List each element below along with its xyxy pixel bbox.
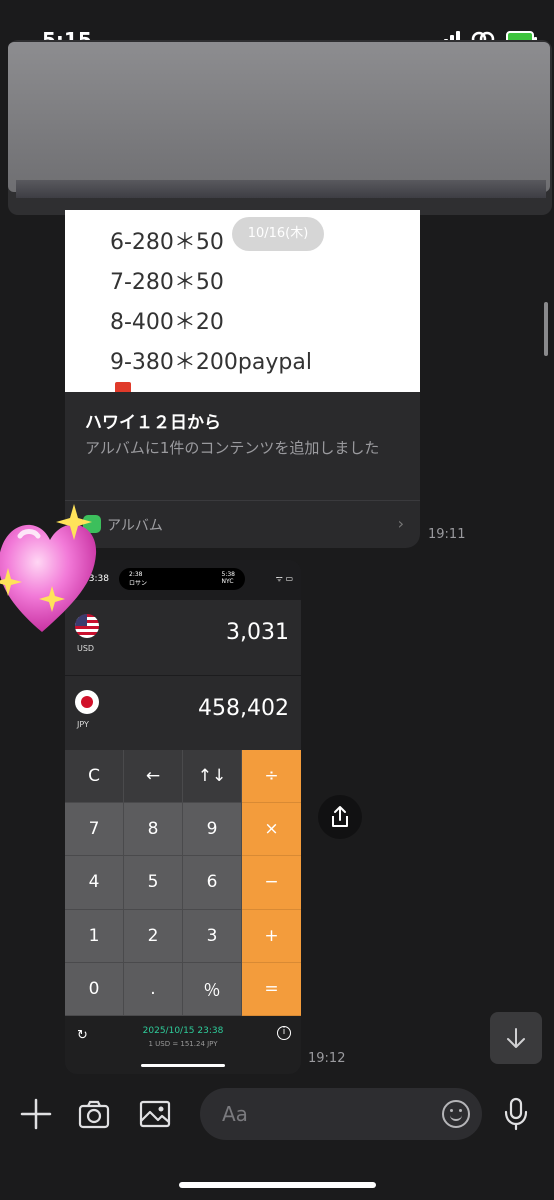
currency-code: USD <box>77 644 95 653</box>
album-image-line: 6-280＊50 <box>110 230 224 255</box>
calc-key: ↑↓ <box>183 750 242 804</box>
island-left-label: ロサン <box>129 580 148 587</box>
emoji-icon[interactable] <box>442 1100 470 1128</box>
album-message-card[interactable]: 6-280＊50 7-280＊50 8-400＊20 9-380＊200payp… <box>65 210 420 548</box>
calc-key: 0 <box>65 962 124 1016</box>
date-separator: 10/16(木) <box>232 217 324 251</box>
calc-key: ← <box>124 750 183 804</box>
calc-key: 6 <box>183 856 242 910</box>
calc-key: . <box>124 962 183 1016</box>
voice-button[interactable] <box>498 1096 534 1132</box>
share-button[interactable] <box>318 795 362 839</box>
heart-sticker <box>0 504 97 632</box>
message-input[interactable]: Aa <box>200 1088 482 1140</box>
album-title: ハワイ１２日から <box>85 413 221 433</box>
calc-key-operator: × <box>242 803 301 857</box>
calc-key: 1 <box>65 909 124 963</box>
island-left: 2:38 ロサン <box>129 571 147 587</box>
calc-home-indicator <box>141 1064 225 1067</box>
currency-value: 458,402 <box>198 696 289 721</box>
album-image-red-mark <box>115 382 131 392</box>
dynamic-island: 2:38 ロサン 5:38 NYC <box>119 568 245 590</box>
calc-key: 7 <box>65 803 124 857</box>
input-placeholder: Aa <box>222 1102 248 1126</box>
message-timestamp: 19:12 <box>308 1051 346 1066</box>
calc-key: 2 <box>124 909 183 963</box>
photo-button[interactable] <box>137 1096 173 1132</box>
scrollbar[interactable] <box>544 302 548 356</box>
redaction-overlay-edge <box>16 180 546 198</box>
calc-keypad: C ← ↑↓ ÷ 7 8 9 × 4 5 6 − 1 2 3 + 0 . ％ = <box>65 750 301 1016</box>
calc-key: 4 <box>65 856 124 910</box>
info-icon: i <box>277 1026 291 1040</box>
calc-key: 3 <box>183 909 242 963</box>
island-right-label: NYC <box>221 578 234 585</box>
share-icon <box>332 806 348 827</box>
calc-key: 8 <box>124 803 183 857</box>
album-footer-label[interactable]: アルバム <box>107 515 163 535</box>
calc-key-operator: − <box>242 856 301 910</box>
scroll-to-bottom-button[interactable] <box>490 1012 542 1064</box>
album-image-line: 9-380＊200paypal <box>110 350 312 375</box>
arrow-down-icon <box>507 1028 525 1048</box>
album-image-line: 7-280＊50 <box>110 270 224 295</box>
currency-row-jpy: JPY 458,402 <box>65 676 301 752</box>
album-image-line: 8-400＊20 <box>110 310 224 335</box>
calc-key: ％ <box>183 962 242 1016</box>
home-indicator <box>179 1182 376 1188</box>
redaction-overlay-face <box>8 42 550 192</box>
calc-key: 9 <box>183 803 242 857</box>
plus-icon <box>20 1098 52 1130</box>
camera-icon <box>78 1100 110 1129</box>
island-right: 5:38 NYC <box>222 571 235 585</box>
calc-key-operator: + <box>242 909 301 963</box>
calc-key: C <box>65 750 124 804</box>
calc-key: 5 <box>124 856 183 910</box>
island-left-time: 2:38 <box>129 571 143 578</box>
calc-rate-date: 2025/10/15 23:38 <box>142 1026 224 1036</box>
island-right-time: 5:38 <box>221 571 235 578</box>
calc-rate-text: 1 USD = 151.24 JPY <box>148 1040 218 1048</box>
calc-key-operator: ÷ <box>242 750 301 804</box>
add-button[interactable] <box>18 1096 54 1132</box>
message-timestamp: 19:11 <box>428 527 466 542</box>
album-description: アルバムに1件のコンテンツを追加しました <box>85 439 380 457</box>
image-icon <box>139 1100 171 1128</box>
microphone-icon <box>504 1097 528 1131</box>
calc-status-icons: ᯤ ▭ <box>275 574 293 583</box>
currency-code: JPY <box>77 720 89 729</box>
calc-key-operator: = <box>242 962 301 1016</box>
divider <box>65 500 420 501</box>
japan-flag-icon <box>75 690 99 714</box>
camera-button[interactable] <box>76 1096 112 1132</box>
chevron-right-icon[interactable]: › <box>398 514 404 533</box>
currency-value: 3,031 <box>226 620 289 645</box>
